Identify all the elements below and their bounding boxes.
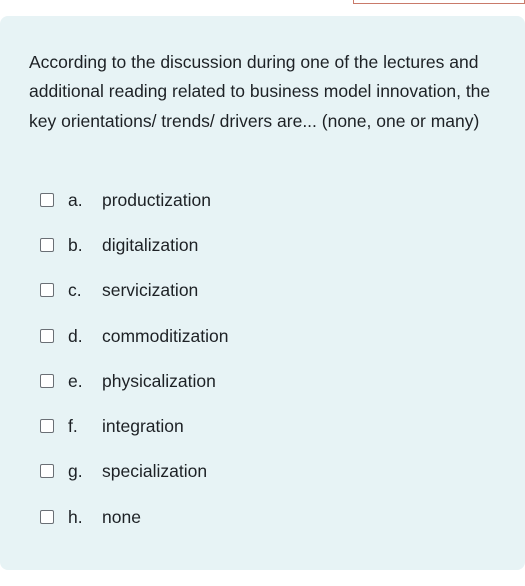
- answer-option-f[interactable]: f. integration: [40, 414, 184, 438]
- answer-letter: g.: [68, 460, 83, 481]
- checkbox[interactable]: [40, 238, 54, 252]
- answer-label: integration: [102, 415, 184, 436]
- top-field-box: [353, 0, 525, 4]
- answer-label: specialization: [102, 460, 208, 481]
- checkbox[interactable]: [40, 193, 54, 207]
- checkbox[interactable]: [40, 464, 54, 478]
- question-text: According to the discussion during one o…: [29, 52, 491, 131]
- answer-label: none: [102, 506, 141, 527]
- checkbox[interactable]: [40, 374, 54, 388]
- answer-option-h[interactable]: h. none: [40, 505, 141, 529]
- answer-option-b[interactable]: b. digitalization: [40, 233, 198, 257]
- answer-option-c[interactable]: c. servicization: [40, 278, 198, 302]
- answer-letter: e.: [68, 370, 83, 391]
- answer-letter: c.: [68, 279, 82, 300]
- answer-letter: a.: [68, 189, 83, 210]
- answer-label: productization: [102, 189, 211, 210]
- answer-option-g[interactable]: g. specialization: [40, 459, 207, 483]
- answer-letter: h.: [68, 506, 83, 527]
- answer-label: servicization: [102, 279, 199, 300]
- answer-letter: b.: [68, 234, 83, 255]
- answer-label: commoditization: [102, 325, 229, 346]
- checkbox[interactable]: [40, 329, 54, 343]
- checkbox[interactable]: [40, 283, 54, 297]
- answer-option-a[interactable]: a. productization: [40, 188, 211, 212]
- answer-letter: f.: [68, 415, 78, 436]
- answer-label: physicalization: [102, 370, 216, 391]
- answer-option-e[interactable]: e. physicalization: [40, 369, 216, 393]
- checkbox[interactable]: [40, 419, 54, 433]
- checkbox[interactable]: [40, 510, 54, 524]
- answer-letter: d.: [68, 325, 83, 346]
- answer-label: digitalization: [102, 234, 199, 255]
- answer-option-d[interactable]: d. commoditization: [40, 324, 228, 348]
